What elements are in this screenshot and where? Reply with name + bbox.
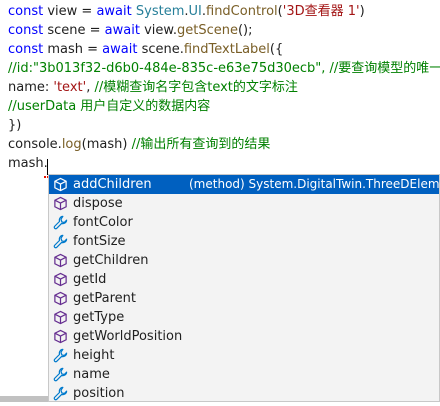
suggestion-item-addchildren[interactable]: addChildren (method) System.DigitalTwin.… <box>49 175 439 194</box>
code-line-7: }) <box>8 118 22 133</box>
code-line-8: console.log(mash) //输出所有查询到的结果 <box>8 137 271 152</box>
suggestion-item-getid[interactable]: getId <box>49 270 439 289</box>
code-line-3: const mash = await scene.findTextLabel({ <box>8 42 284 57</box>
code-line-1: const view = await System.UI.findControl… <box>8 4 365 19</box>
suggestion-item-height[interactable]: height <box>49 346 439 365</box>
code-line-5: name: 'text', //模糊查询名字包含text的文字标注 <box>8 80 298 95</box>
cube-icon <box>53 272 68 287</box>
cube-icon <box>53 196 68 211</box>
code-line-4: //id:"3b013f32-d6b0-484e-835c-e63e75d30e… <box>8 61 440 76</box>
cube-icon <box>53 253 68 268</box>
wrench-icon <box>53 348 68 363</box>
cube-icon <box>53 291 68 306</box>
cube-icon <box>53 310 68 325</box>
cube-icon <box>53 177 68 192</box>
text-cursor <box>47 159 48 175</box>
suggestion-item-dispose[interactable]: dispose <box>49 194 439 213</box>
wrench-icon <box>53 234 68 249</box>
suggestion-widget[interactable]: addChildren (method) System.DigitalTwin.… <box>48 174 440 402</box>
suggestion-item-fontsize[interactable]: fontSize <box>49 232 439 251</box>
horizontal-scrollbar[interactable] <box>0 396 48 402</box>
suggestion-item-gettype[interactable]: getType <box>49 308 439 327</box>
code-line-2: const scene = await view.getScene(); <box>8 23 253 38</box>
cube-icon <box>53 329 68 344</box>
suggestion-item-getparent[interactable]: getParent <box>49 289 439 308</box>
wrench-icon <box>53 215 68 230</box>
suggestion-item-name[interactable]: name <box>49 365 439 384</box>
code-line-6: //userData 用户自定义的数据内容 <box>8 99 211 114</box>
suggestion-item-position[interactable]: position <box>49 384 439 401</box>
suggestion-item-getchildren[interactable]: getChildren <box>49 251 439 270</box>
code-editor[interactable]: const view = await System.UI.findControl… <box>0 0 440 406</box>
wrench-icon <box>53 367 68 382</box>
code-line-9: mash. <box>8 156 48 171</box>
suggestion-item-fontcolor[interactable]: fontColor <box>49 213 439 232</box>
wrench-icon <box>53 386 68 401</box>
suggestion-item-getworldposition[interactable]: getWorldPosition <box>49 327 439 346</box>
